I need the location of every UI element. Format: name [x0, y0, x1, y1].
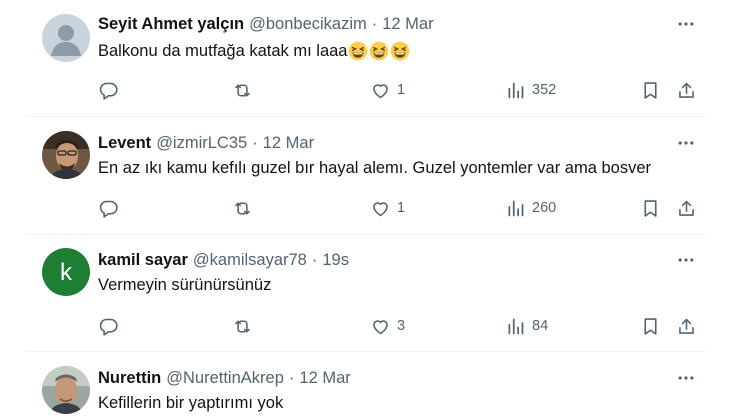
- like-icon: [373, 83, 388, 98]
- tweet-actions: 3 84: [0, 314, 730, 338]
- more-icon[interactable]: [674, 12, 698, 36]
- like-button[interactable]: 1: [370, 196, 405, 220]
- like-count: 1: [397, 82, 406, 98]
- author-handle[interactable]: @kamilsayar78: [193, 251, 307, 270]
- views-button[interactable]: 84: [505, 314, 548, 338]
- reply-button[interactable]: [98, 196, 119, 220]
- tweet-4[interactable]: Nurettin @NurettinAkrep · 12 Mar Kefille…: [0, 366, 730, 420]
- views-button[interactable]: 352: [505, 78, 556, 102]
- timestamp[interactable]: 12 Mar: [263, 134, 314, 153]
- separator: ·: [311, 250, 318, 269]
- tweet-text-body: Balkonu da mutfağa katak mı laaa: [98, 41, 348, 60]
- tweet-text: En az ıkı kamu kefılı guzel bır hayal al…: [98, 159, 651, 178]
- avatar[interactable]: [42, 366, 90, 414]
- reply-feed: Seyit Ahmet yalçın @bonbecikazim · 12 Ma…: [0, 0, 730, 420]
- reply-icon: [99, 318, 118, 336]
- grinning-squinting-face-icon: [390, 41, 410, 61]
- timestamp[interactable]: 12 Mar: [299, 369, 350, 388]
- like-button[interactable]: 1: [370, 78, 405, 102]
- views-icon: [508, 200, 524, 216]
- tweet-text: Kefillerin bir yaptırımı yok: [98, 394, 283, 413]
- author-handle[interactable]: @bonbecikazim: [249, 15, 367, 34]
- tweet-header: Levent @izmirLC35 · 12 Mar: [98, 131, 314, 155]
- tweet-1[interactable]: Seyit Ahmet yalçın @bonbecikazim · 12 Ma…: [0, 12, 730, 116]
- more-icon[interactable]: [674, 366, 698, 390]
- author-name[interactable]: kamil sayar: [98, 251, 188, 270]
- retweet-icon: [235, 83, 250, 97]
- grinning-squinting-face-icon: [348, 41, 368, 61]
- share-button[interactable]: [676, 314, 697, 338]
- views-icon: [508, 318, 524, 334]
- tweet-3[interactable]: k kamil sayar @kamilsayar78 · 19s Vermey…: [0, 248, 730, 352]
- default-avatar[interactable]: [42, 14, 90, 62]
- author-handle[interactable]: @izmirLC35: [156, 134, 247, 153]
- retweet-icon: [235, 201, 250, 215]
- tweet-actions: 1 352: [0, 78, 730, 102]
- avatar-letter: k: [60, 259, 73, 286]
- tweet-header: Nurettin @NurettinAkrep · 12 Mar: [98, 366, 351, 390]
- retweet-icon: [235, 319, 250, 333]
- reply-button[interactable]: [98, 78, 119, 102]
- divider: [26, 234, 706, 235]
- separator: ·: [252, 133, 258, 152]
- retweet-button[interactable]: [232, 78, 253, 102]
- like-button[interactable]: 3: [370, 314, 405, 338]
- tweet-text: Balkonu da mutfağa katak mı laaa: [98, 41, 410, 61]
- more-icon[interactable]: [674, 131, 698, 155]
- tweet-text: Vermeyin sürünürsünüz: [98, 276, 271, 295]
- view-count: 352: [532, 82, 557, 98]
- divider: [26, 116, 706, 117]
- reply-icon: [99, 82, 118, 100]
- tweet-actions: 1 260: [0, 196, 730, 220]
- grinning-squinting-face-icon: [369, 41, 389, 61]
- like-icon: [373, 201, 388, 216]
- share-button[interactable]: [676, 78, 697, 102]
- author-handle[interactable]: @NurettinAkrep: [166, 369, 284, 388]
- separator: ·: [288, 368, 295, 387]
- views-button[interactable]: 260: [505, 196, 556, 220]
- bookmark-button[interactable]: [640, 196, 661, 220]
- timestamp[interactable]: 12 Mar: [382, 15, 433, 34]
- like-icon: [373, 319, 388, 334]
- views-icon: [508, 82, 524, 98]
- bookmark-button[interactable]: [640, 78, 661, 102]
- bookmark-icon: [644, 317, 657, 335]
- author-name[interactable]: Levent: [98, 134, 151, 153]
- avatar[interactable]: k: [42, 248, 90, 296]
- tweet-2[interactable]: Levent @izmirLC35 · 12 Mar En az ıkı kam…: [0, 131, 730, 235]
- retweet-button[interactable]: [232, 314, 253, 338]
- divider: [26, 351, 706, 352]
- tweet-text-body: En az ıkı kamu kefılı guzel bır hayal al…: [98, 159, 651, 177]
- bookmark-icon: [644, 81, 657, 99]
- reply-button[interactable]: [98, 314, 119, 338]
- tweet-text-body: Kefillerin bir yaptırımı yok: [98, 394, 284, 412]
- share-icon: [679, 82, 694, 98]
- tweet-header: kamil sayar @kamilsayar78 · 19s: [98, 248, 349, 272]
- more-icon[interactable]: [674, 248, 698, 272]
- timestamp[interactable]: 19s: [322, 251, 349, 270]
- retweet-button[interactable]: [232, 196, 253, 220]
- share-icon: [679, 318, 694, 334]
- tweet-header: Seyit Ahmet yalçın @bonbecikazim · 12 Ma…: [98, 12, 434, 36]
- like-count: 1: [397, 200, 406, 216]
- author-name[interactable]: Nurettin: [98, 369, 161, 388]
- bookmark-icon: [644, 199, 657, 217]
- reply-icon: [99, 200, 118, 218]
- tweet-text-body: Vermeyin sürünürsünüz: [98, 276, 272, 294]
- author-name[interactable]: Seyit Ahmet yalçın: [98, 15, 244, 34]
- share-icon: [679, 200, 694, 216]
- separator: ·: [371, 14, 378, 33]
- view-count: 260: [532, 200, 557, 216]
- bookmark-button[interactable]: [640, 314, 661, 338]
- view-count: 84: [532, 318, 549, 334]
- like-count: 3: [397, 318, 406, 334]
- share-button[interactable]: [676, 196, 697, 220]
- avatar[interactable]: [42, 131, 90, 179]
